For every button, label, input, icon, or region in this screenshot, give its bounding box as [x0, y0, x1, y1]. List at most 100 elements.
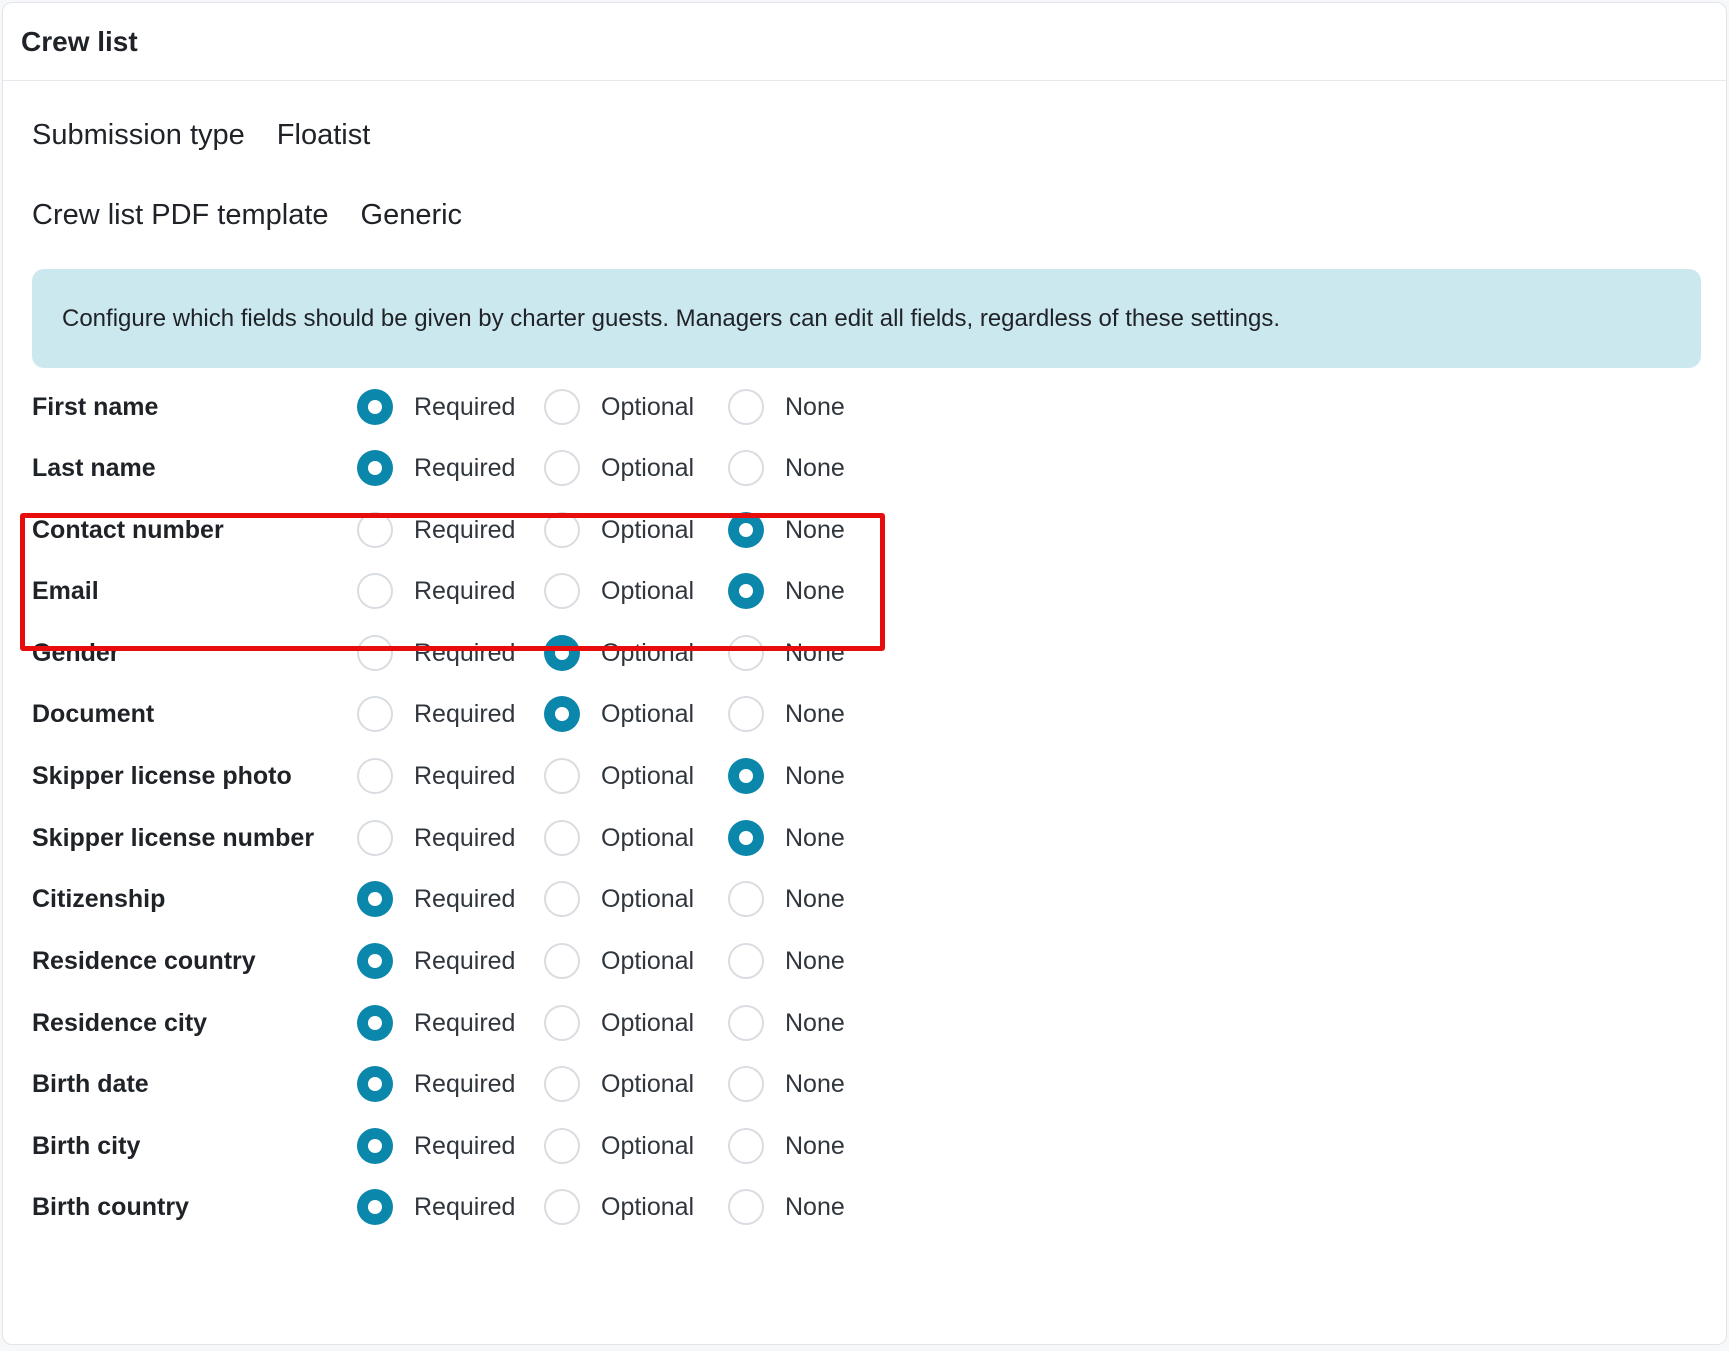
radio-checked-icon[interactable] — [544, 635, 580, 671]
radio-option-label: Optional — [601, 1008, 695, 1037]
radio-option-optional[interactable]: Optional — [544, 1005, 694, 1041]
radio-unchecked-icon[interactable] — [544, 943, 580, 979]
radio-option-required[interactable]: Required — [357, 943, 515, 979]
radio-option-optional[interactable]: Optional — [544, 389, 694, 425]
radio-option-required[interactable]: Required — [357, 512, 515, 548]
radio-checked-icon[interactable] — [357, 389, 393, 425]
radio-unchecked-icon[interactable] — [728, 450, 764, 486]
radio-option-none[interactable]: None — [728, 1189, 845, 1225]
radio-unchecked-icon[interactable] — [728, 881, 764, 917]
radio-unchecked-icon[interactable] — [357, 820, 393, 856]
radio-option-none[interactable]: None — [728, 635, 845, 671]
radio-unchecked-icon[interactable] — [357, 573, 393, 609]
radio-unchecked-icon[interactable] — [544, 1005, 580, 1041]
radio-unchecked-icon[interactable] — [728, 696, 764, 732]
radio-checked-icon[interactable] — [728, 512, 764, 548]
radio-unchecked-icon[interactable] — [544, 820, 580, 856]
radio-option-required[interactable]: Required — [357, 881, 515, 917]
radio-unchecked-icon[interactable] — [728, 943, 764, 979]
radio-unchecked-icon[interactable] — [357, 758, 393, 794]
radio-option-label: None — [785, 515, 845, 544]
radio-option-none[interactable]: None — [728, 1066, 845, 1102]
radio-unchecked-icon[interactable] — [544, 1128, 580, 1164]
radio-option-required[interactable]: Required — [357, 820, 515, 856]
radio-option-label: None — [785, 699, 845, 728]
field-row: Document Required Optional None — [32, 684, 845, 744]
radio-option-optional[interactable]: Optional — [544, 758, 694, 794]
radio-unchecked-icon[interactable] — [544, 573, 580, 609]
radio-option-required[interactable]: Required — [357, 1128, 515, 1164]
radio-unchecked-icon[interactable] — [728, 635, 764, 671]
radio-option-required[interactable]: Required — [357, 389, 515, 425]
radio-option-label: Required — [414, 699, 516, 728]
radio-unchecked-icon[interactable] — [544, 389, 580, 425]
radio-option-label: Required — [414, 638, 516, 667]
radio-option-required[interactable]: Required — [357, 696, 515, 732]
radio-option-optional[interactable]: Optional — [544, 943, 694, 979]
radio-checked-icon[interactable] — [728, 758, 764, 794]
radio-option-label: None — [785, 761, 845, 790]
radio-unchecked-icon[interactable] — [357, 696, 393, 732]
radio-checked-icon[interactable] — [728, 573, 764, 609]
radio-option-optional[interactable]: Optional — [544, 1189, 694, 1225]
radio-checked-icon[interactable] — [357, 1189, 393, 1225]
radio-option-required[interactable]: Required — [357, 1189, 515, 1225]
radio-option-optional[interactable]: Optional — [544, 820, 694, 856]
radio-unchecked-icon[interactable] — [357, 635, 393, 671]
radio-unchecked-icon[interactable] — [728, 1128, 764, 1164]
radio-option-optional[interactable]: Optional — [544, 1066, 694, 1102]
radio-unchecked-icon[interactable] — [728, 1189, 764, 1225]
radio-unchecked-icon[interactable] — [544, 450, 580, 486]
radio-option-none[interactable]: None — [728, 820, 845, 856]
pdf-template-value: Generic — [360, 199, 463, 231]
radio-option-optional[interactable]: Optional — [544, 635, 694, 671]
field-row: Gender Required Optional None — [32, 623, 845, 683]
radio-checked-icon[interactable] — [357, 943, 393, 979]
radio-unchecked-icon[interactable] — [544, 1189, 580, 1225]
radio-unchecked-icon[interactable] — [728, 1005, 764, 1041]
radio-option-none[interactable]: None — [728, 696, 845, 732]
radio-option-label: Required — [414, 392, 516, 421]
radio-option-none[interactable]: None — [728, 758, 845, 794]
radio-option-required[interactable]: Required — [357, 450, 515, 486]
radio-unchecked-icon[interactable] — [544, 881, 580, 917]
radio-unchecked-icon[interactable] — [544, 758, 580, 794]
radio-option-required[interactable]: Required — [357, 1066, 515, 1102]
radio-option-none[interactable]: None — [728, 943, 845, 979]
radio-option-label: None — [785, 576, 845, 605]
radio-checked-icon[interactable] — [357, 881, 393, 917]
radio-checked-icon[interactable] — [357, 1066, 393, 1102]
radio-option-none[interactable]: None — [728, 389, 845, 425]
radio-unchecked-icon[interactable] — [728, 1066, 764, 1102]
radio-option-optional[interactable]: Optional — [544, 450, 694, 486]
radio-option-none[interactable]: None — [728, 512, 845, 548]
radio-option-none[interactable]: None — [728, 573, 845, 609]
radio-checked-icon[interactable] — [357, 1128, 393, 1164]
radio-option-none[interactable]: None — [728, 881, 845, 917]
field-label: Birth date — [32, 1069, 149, 1098]
field-row: Email Required Optional None — [32, 561, 845, 621]
radio-unchecked-icon[interactable] — [357, 512, 393, 548]
radio-unchecked-icon[interactable] — [544, 512, 580, 548]
radio-option-optional[interactable]: Optional — [544, 696, 694, 732]
radio-option-optional[interactable]: Optional — [544, 512, 694, 548]
crew-list-card: Crew list Submission type Floatist Crew … — [2, 2, 1727, 1345]
radio-checked-icon[interactable] — [544, 696, 580, 732]
radio-unchecked-icon[interactable] — [728, 389, 764, 425]
radio-option-none[interactable]: None — [728, 1005, 845, 1041]
radio-option-none[interactable]: None — [728, 450, 845, 486]
field-row: Skipper license photo Required Optional Non… — [32, 746, 845, 806]
radio-option-optional[interactable]: Optional — [544, 881, 694, 917]
radio-checked-icon[interactable] — [728, 820, 764, 856]
radio-option-required[interactable]: Required — [357, 758, 515, 794]
radio-checked-icon[interactable] — [357, 1005, 393, 1041]
radio-option-required[interactable]: Required — [357, 573, 515, 609]
radio-option-optional[interactable]: Optional — [544, 573, 694, 609]
radio-unchecked-icon[interactable] — [544, 1066, 580, 1102]
radio-option-none[interactable]: None — [728, 1128, 845, 1164]
radio-option-required[interactable]: Required — [357, 1005, 515, 1041]
field-label: Birth country — [32, 1192, 189, 1221]
radio-option-required[interactable]: Required — [357, 635, 515, 671]
radio-option-optional[interactable]: Optional — [544, 1128, 694, 1164]
radio-checked-icon[interactable] — [357, 450, 393, 486]
